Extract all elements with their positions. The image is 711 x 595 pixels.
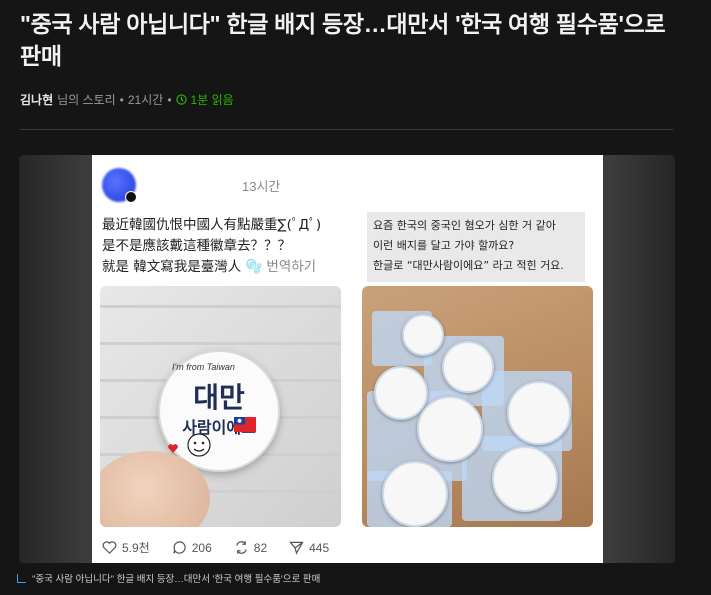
- post-actions: 5.9천 206 82 445: [102, 539, 329, 556]
- clock-icon: [175, 94, 187, 105]
- post-line: 是不是應該戴這種徽章去？？？: [102, 238, 291, 254]
- caption-corner-icon: [17, 573, 26, 583]
- badge-photo-hand[interactable]: I'm from Taiwan 대만 사람이에요: [100, 286, 341, 527]
- badge-line: 사람이에요: [182, 418, 256, 437]
- like-count: 5.9천: [122, 541, 150, 555]
- comment-count: 206: [191, 540, 212, 555]
- badge-title: 대만: [193, 381, 245, 414]
- send-icon: [289, 541, 304, 555]
- social-post-screenshot: 13시간 最近韓國仇恨中國人有點嚴重∑(ﾟДﾟ) 是不是應該戴這種徽章去？？？ …: [92, 155, 603, 563]
- taiwan-flag-icon: [234, 417, 256, 432]
- article-title: "중국 사람 아닙니다" 한글 배지 등장…대만서 '한국 여행 필수품'으로 …: [20, 11, 666, 69]
- cartoon-face-icon: [187, 433, 211, 457]
- meta-separator: •: [167, 92, 172, 107]
- avatar-badge: [125, 191, 137, 203]
- badge: [492, 446, 558, 512]
- post-text-chinese: 最近韓國仇恨中國人有點嚴重∑(ﾟДﾟ) 是不是應該戴這種徽章去？？？ 就是 韓文…: [102, 215, 352, 278]
- comment-button[interactable]: 206: [172, 540, 212, 555]
- article-meta: 김나현 님의 스토리 • 21시간 • 1분 읽음: [20, 91, 234, 108]
- publish-time: 21시간: [127, 93, 164, 107]
- translation-line: 한글로 “대만사람이에요” 라고 적힌 거요.: [373, 259, 564, 272]
- like-button[interactable]: 5.9천: [102, 539, 150, 556]
- read-time: 1분 읽음: [190, 93, 234, 107]
- translation-line: 이런 배지를 달고 가야 할까요?: [373, 239, 515, 252]
- article-image[interactable]: 13시간 最近韓國仇恨中國人有點嚴重∑(ﾟДﾟ) 是不是應該戴這種徽章去？？？ …: [19, 155, 675, 563]
- heart-outline-icon: [102, 541, 117, 554]
- post-line: 就是 韓文寫我是臺灣人 🫧 번역하기: [102, 259, 317, 275]
- meta-separator: •: [119, 92, 124, 107]
- comment-icon: [173, 541, 186, 554]
- post-line: 最近韓國仇恨中國人有點嚴重∑(ﾟДﾟ): [102, 217, 322, 233]
- badge: [507, 381, 571, 445]
- author-suffix: 님의 스토리: [57, 93, 116, 107]
- translation-box: 요즘 한국의 중국인 혐오가 심한 거 같아 이런 배지를 달고 가야 할까요?…: [367, 212, 585, 282]
- translate-link[interactable]: 번역하기: [266, 259, 316, 275]
- repost-count: 82: [253, 540, 268, 555]
- repost-icon: [235, 541, 247, 554]
- repost-button[interactable]: 82: [234, 540, 267, 555]
- caption-text: "중국 사람 아닙니다" 한글 배지 등장…대만서 '한국 여행 필수품'으로 …: [32, 574, 321, 585]
- bubble-emoji: 🫧: [245, 259, 263, 275]
- badge-photo-pile[interactable]: [362, 286, 593, 527]
- image-caption: "중국 사람 아닙니다" 한글 배지 등장…대만서 '한국 여행 필수품'으로 …: [17, 571, 320, 585]
- translation-line: 요즘 한국의 중국인 혐오가 심한 거 같아: [373, 219, 556, 232]
- heart-icon: [168, 444, 178, 453]
- author-name[interactable]: 김나현: [20, 91, 53, 108]
- divider: [20, 129, 673, 130]
- share-button[interactable]: 445: [289, 540, 329, 555]
- post-time: 13시간: [242, 179, 281, 194]
- share-count: 445: [309, 540, 330, 555]
- badge: [382, 461, 448, 527]
- badge: [374, 366, 428, 420]
- badge-subtitle: I'm from Taiwan: [172, 362, 235, 372]
- badge: [442, 341, 494, 393]
- badge: [402, 314, 444, 356]
- badge: I'm from Taiwan 대만 사람이에요: [158, 350, 280, 472]
- badge: [417, 396, 483, 462]
